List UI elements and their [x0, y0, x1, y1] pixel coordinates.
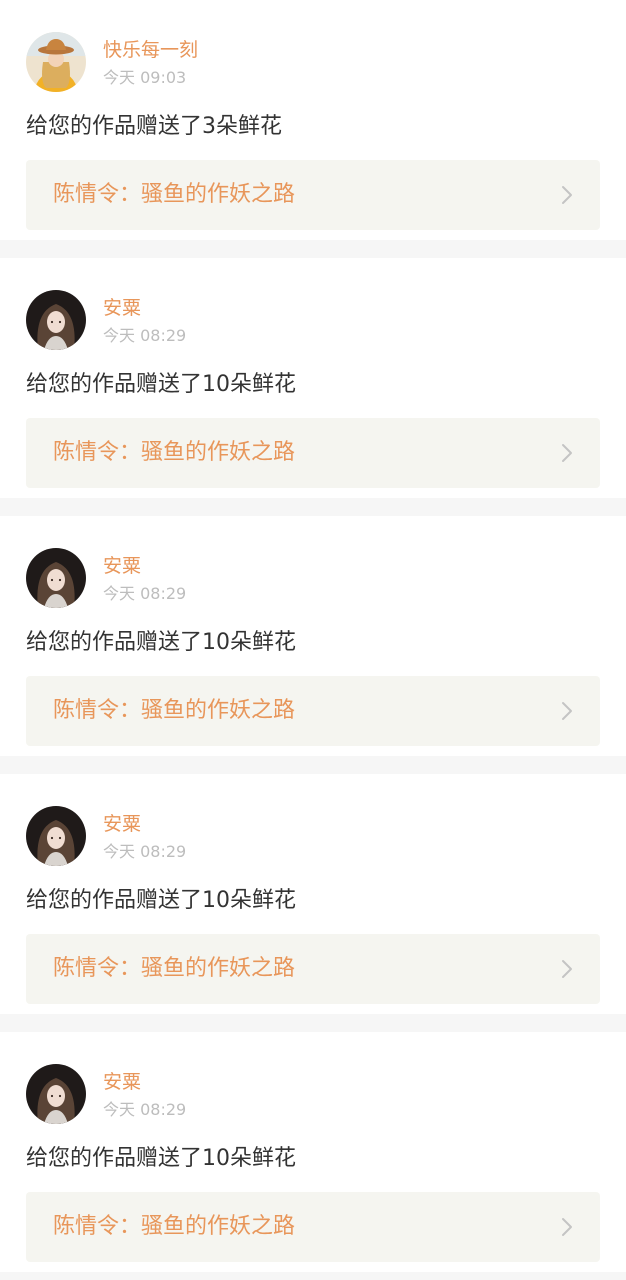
gift-message: 给您的作品赠送了10朵鲜花 [26, 372, 296, 397]
work-link[interactable]: 陈情令：骚鱼的作妖之路 [26, 1192, 600, 1262]
username[interactable]: 安粟 [103, 554, 141, 578]
chevron-right-icon [560, 185, 574, 205]
work-title: 陈情令：骚鱼的作妖之路 [53, 182, 296, 207]
chevron-right-icon [560, 701, 574, 721]
avatar-dark-hair[interactable] [26, 548, 86, 608]
chevron-right-icon [560, 1217, 574, 1237]
notification-card: 安粟 今天 08:29 给您的作品赠送了10朵鲜花 陈情令：骚鱼的作妖之路 [0, 774, 626, 1014]
gift-message: 给您的作品赠送了3朵鲜花 [26, 114, 282, 139]
avatar-dark-hair[interactable] [26, 290, 86, 350]
timestamp: 今天 08:29 [103, 584, 187, 603]
work-title: 陈情令：骚鱼的作妖之路 [53, 440, 296, 465]
notification-card: 安粟 今天 08:29 给您的作品赠送了10朵鲜花 陈情令：骚鱼的作妖之路 [0, 258, 626, 498]
gift-message: 给您的作品赠送了10朵鲜花 [26, 1146, 296, 1171]
username[interactable]: 安粟 [103, 296, 141, 320]
avatar-dark-hair[interactable] [26, 1064, 86, 1124]
work-link[interactable]: 陈情令：骚鱼的作妖之路 [26, 934, 600, 1004]
notification-card: 快乐每一刻 今天 09:03 给您的作品赠送了3朵鲜花 陈情令：骚鱼的作妖之路 [0, 0, 626, 240]
work-title: 陈情令：骚鱼的作妖之路 [53, 698, 296, 723]
timestamp: 今天 08:29 [103, 1100, 187, 1119]
work-link[interactable]: 陈情令：骚鱼的作妖之路 [26, 418, 600, 488]
gift-message: 给您的作品赠送了10朵鲜花 [26, 630, 296, 655]
avatar-dark-hair[interactable] [26, 806, 86, 866]
chevron-right-icon [560, 443, 574, 463]
chevron-right-icon [560, 959, 574, 979]
timestamp: 今天 08:29 [103, 326, 187, 345]
notification-card: 安粟 今天 08:29 给您的作品赠送了10朵鲜花 陈情令：骚鱼的作妖之路 [0, 516, 626, 756]
work-link[interactable]: 陈情令：骚鱼的作妖之路 [26, 160, 600, 230]
notification-card: 安粟 今天 08:29 给您的作品赠送了10朵鲜花 陈情令：骚鱼的作妖之路 [0, 1032, 626, 1272]
work-title: 陈情令：骚鱼的作妖之路 [53, 1214, 296, 1239]
work-title: 陈情令：骚鱼的作妖之路 [53, 956, 296, 981]
gift-message: 给您的作品赠送了10朵鲜花 [26, 888, 296, 913]
work-link[interactable]: 陈情令：骚鱼的作妖之路 [26, 676, 600, 746]
timestamp: 今天 08:29 [103, 842, 187, 861]
username[interactable]: 安粟 [103, 1070, 141, 1094]
notification-feed: 快乐每一刻 今天 09:03 给您的作品赠送了3朵鲜花 陈情令：骚鱼的作妖之路 … [0, 0, 626, 1280]
avatar-blonde-hat[interactable] [26, 32, 86, 92]
username[interactable]: 安粟 [103, 812, 141, 836]
timestamp: 今天 09:03 [103, 68, 187, 87]
username[interactable]: 快乐每一刻 [103, 38, 198, 62]
